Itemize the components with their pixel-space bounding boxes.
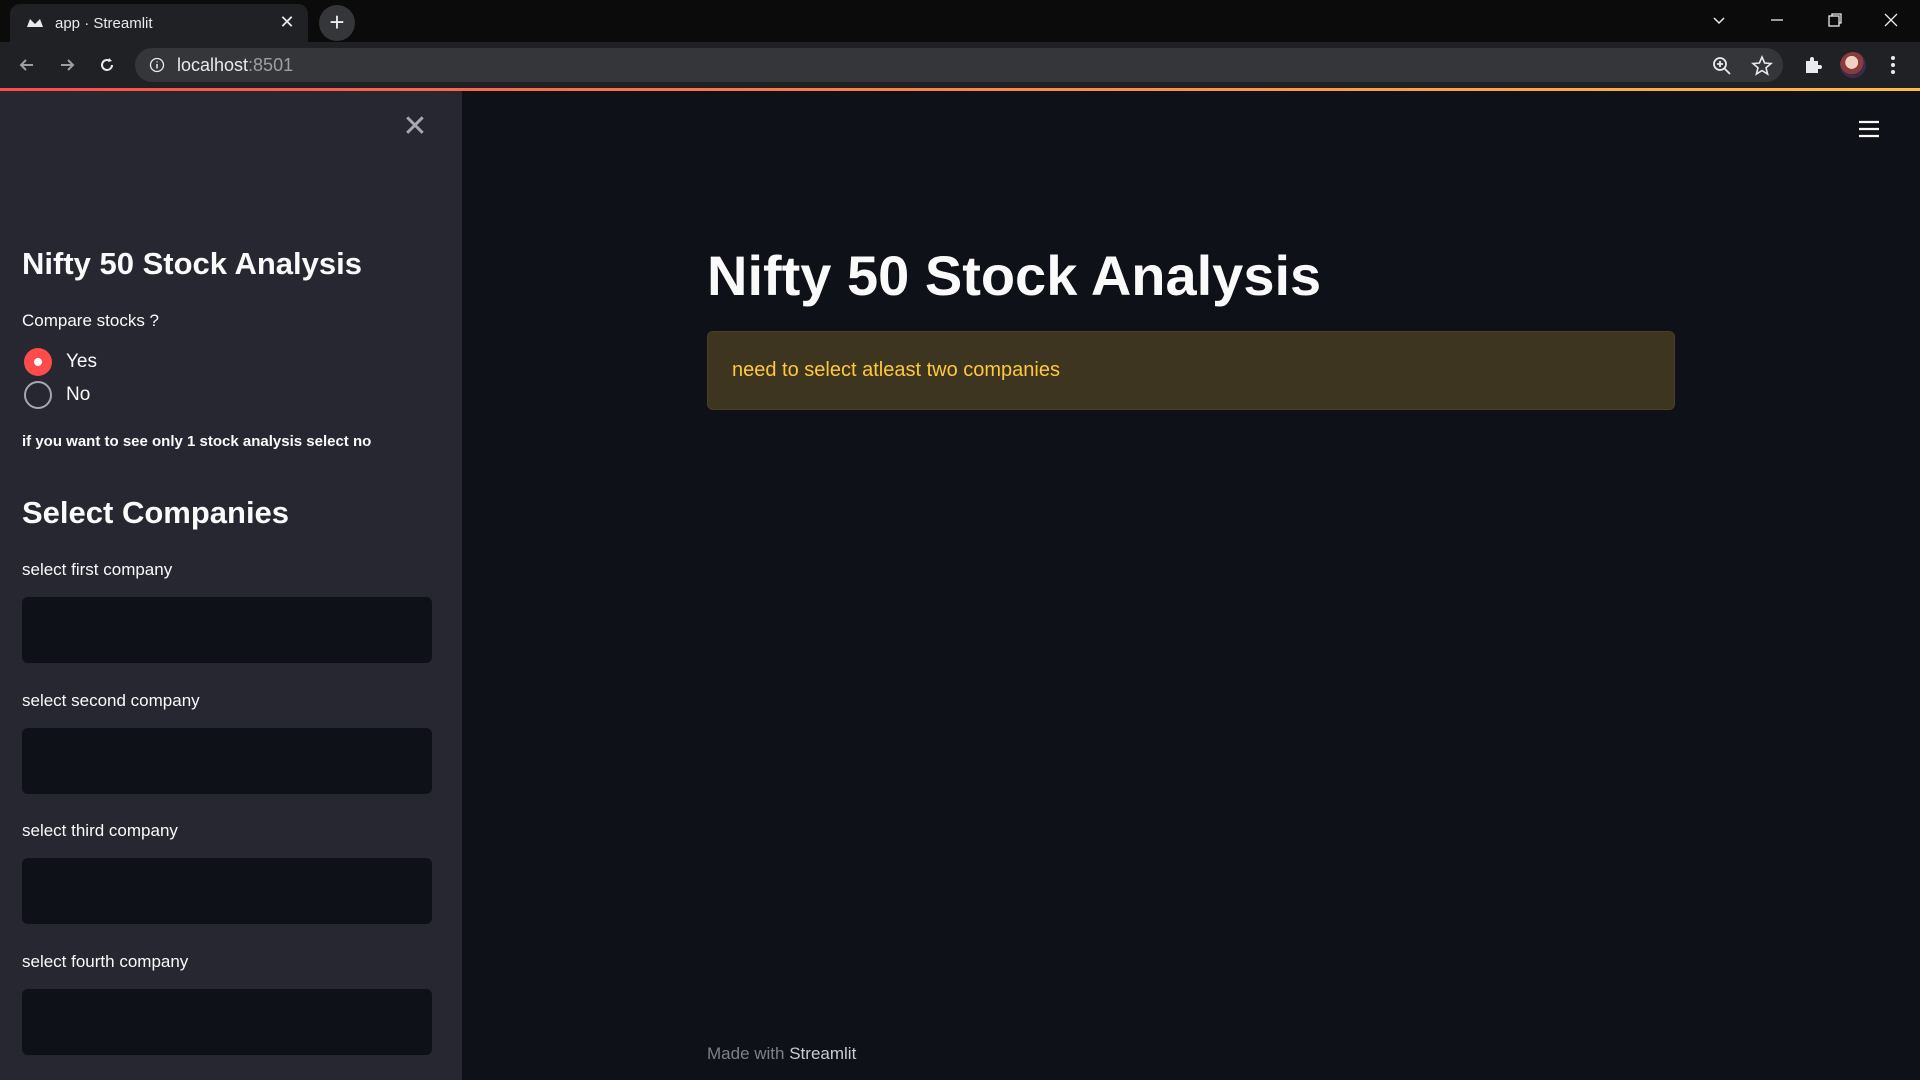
first-company-select[interactable] (22, 597, 432, 663)
third-company-select[interactable] (22, 858, 432, 924)
compare-label: Compare stocks ? (22, 311, 159, 330)
address-bar[interactable]: localhost:8501 (135, 48, 1783, 82)
third-company-label: select third company (22, 821, 178, 840)
tab-close-icon[interactable]: ✕ (276, 11, 298, 33)
footer-made-with: Made with (707, 1044, 785, 1063)
minimize-icon[interactable] (1748, 0, 1806, 42)
page-title: Nifty 50 Stock Analysis (707, 244, 1322, 307)
new-tab-button[interactable]: + (319, 5, 355, 41)
sidebar-title: Nifty 50 Stock Analysis (22, 246, 362, 281)
hamburger-menu-icon[interactable] (1858, 120, 1880, 138)
profile-avatar[interactable] (1840, 52, 1866, 78)
radio-no[interactable] (24, 381, 52, 409)
footer: Made with Streamlit (707, 1044, 856, 1064)
browser-tab[interactable]: app · Streamlit ✕ (10, 4, 308, 42)
tab-title: app · Streamlit (55, 15, 153, 32)
streamlit-favicon-icon (27, 19, 43, 27)
extensions-puzzle-icon[interactable] (1800, 52, 1826, 78)
reload-icon[interactable] (92, 50, 122, 80)
first-company-label: select first company (22, 560, 173, 579)
radio-no-label[interactable]: No (66, 384, 90, 406)
second-company-select[interactable] (22, 728, 432, 794)
restore-icon[interactable] (1806, 0, 1864, 42)
second-company-label: select second company (22, 691, 200, 710)
radio-yes[interactable] (24, 348, 52, 376)
footer-streamlit-link[interactable]: Streamlit (789, 1044, 856, 1063)
app-container: ✕ Nifty 50 Stock Analysis Compare stocks… (0, 91, 1920, 1080)
menu-kebab-icon[interactable] (1880, 52, 1906, 78)
warning-text: need to select atleast two companies (732, 359, 1060, 381)
select-companies-heading: Select Companies (22, 495, 290, 530)
tab-search-icon[interactable] (1690, 0, 1748, 42)
warning-alert: need to select atleast two companies (707, 331, 1675, 410)
site-info-icon[interactable] (149, 57, 165, 73)
radio-yes-label[interactable]: Yes (66, 351, 97, 373)
close-window-icon[interactable] (1862, 0, 1920, 42)
sidebar: ✕ Nifty 50 Stock Analysis Compare stocks… (0, 91, 462, 1080)
browser-toolbar: localhost:8501 (0, 42, 1920, 88)
close-sidebar-icon[interactable]: ✕ (400, 112, 430, 143)
zoom-icon[interactable] (1711, 55, 1733, 77)
fourth-company-label: select fourth company (22, 952, 189, 971)
url-text: localhost:8501 (177, 55, 293, 76)
bookmark-star-icon[interactable] (1751, 55, 1773, 77)
compare-hint: if you want to see only 1 stock analysis… (22, 433, 372, 450)
forward-arrow-icon[interactable] (52, 50, 82, 80)
url-port: :8501 (248, 55, 294, 75)
back-arrow-icon[interactable] (12, 50, 42, 80)
url-host: localhost (177, 55, 249, 75)
fourth-company-select[interactable] (22, 989, 432, 1055)
browser-tab-bar: app · Streamlit ✕ + (0, 0, 1920, 42)
